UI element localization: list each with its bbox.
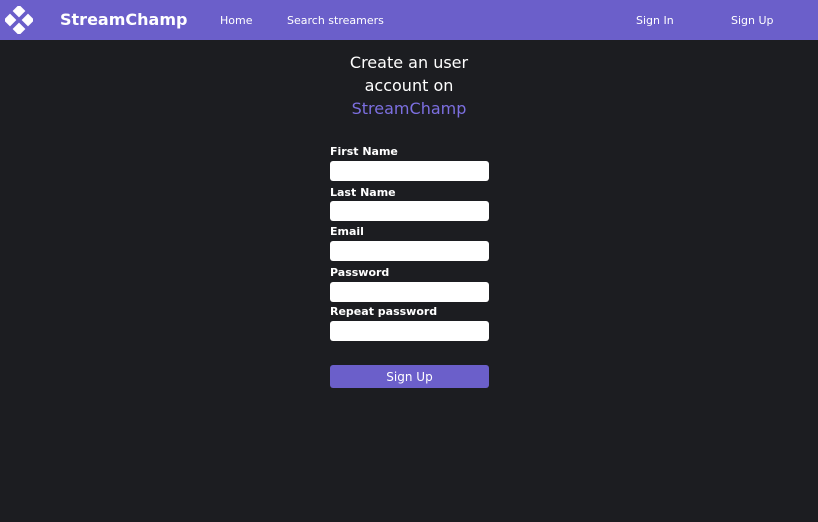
page-title: Create an user account on StreamChamp [309,51,509,120]
password-label: Password [330,266,390,279]
email-label: Email [330,225,364,238]
last-name-label: Last Name [330,186,396,199]
brand-link[interactable]: StreamChamp [60,0,187,40]
first-name-field[interactable] [330,161,489,181]
page-title-brand: StreamChamp [351,99,467,118]
last-name-field[interactable] [330,201,489,221]
password-field[interactable] [330,282,489,302]
repeat-password-label: Repeat password [330,305,438,318]
first-name-label: First Name [330,145,398,158]
nav-home-link[interactable]: Home [220,0,252,40]
nav-search-streamers-link[interactable]: Search streamers [287,0,384,40]
diamond-grid-icon[interactable] [5,6,33,34]
page-title-line-2: account on [364,76,454,95]
repeat-password-field[interactable] [330,321,489,341]
nav-sign-in-link[interactable]: Sign In [636,0,674,40]
nav-sign-up-link[interactable]: Sign Up [731,0,774,40]
sign-up-button[interactable]: Sign Up [330,365,489,388]
navbar: StreamChamp Home Search streamers Sign I… [0,0,818,40]
page-title-line-1: Create an user [349,53,469,72]
email-field[interactable] [330,241,489,261]
